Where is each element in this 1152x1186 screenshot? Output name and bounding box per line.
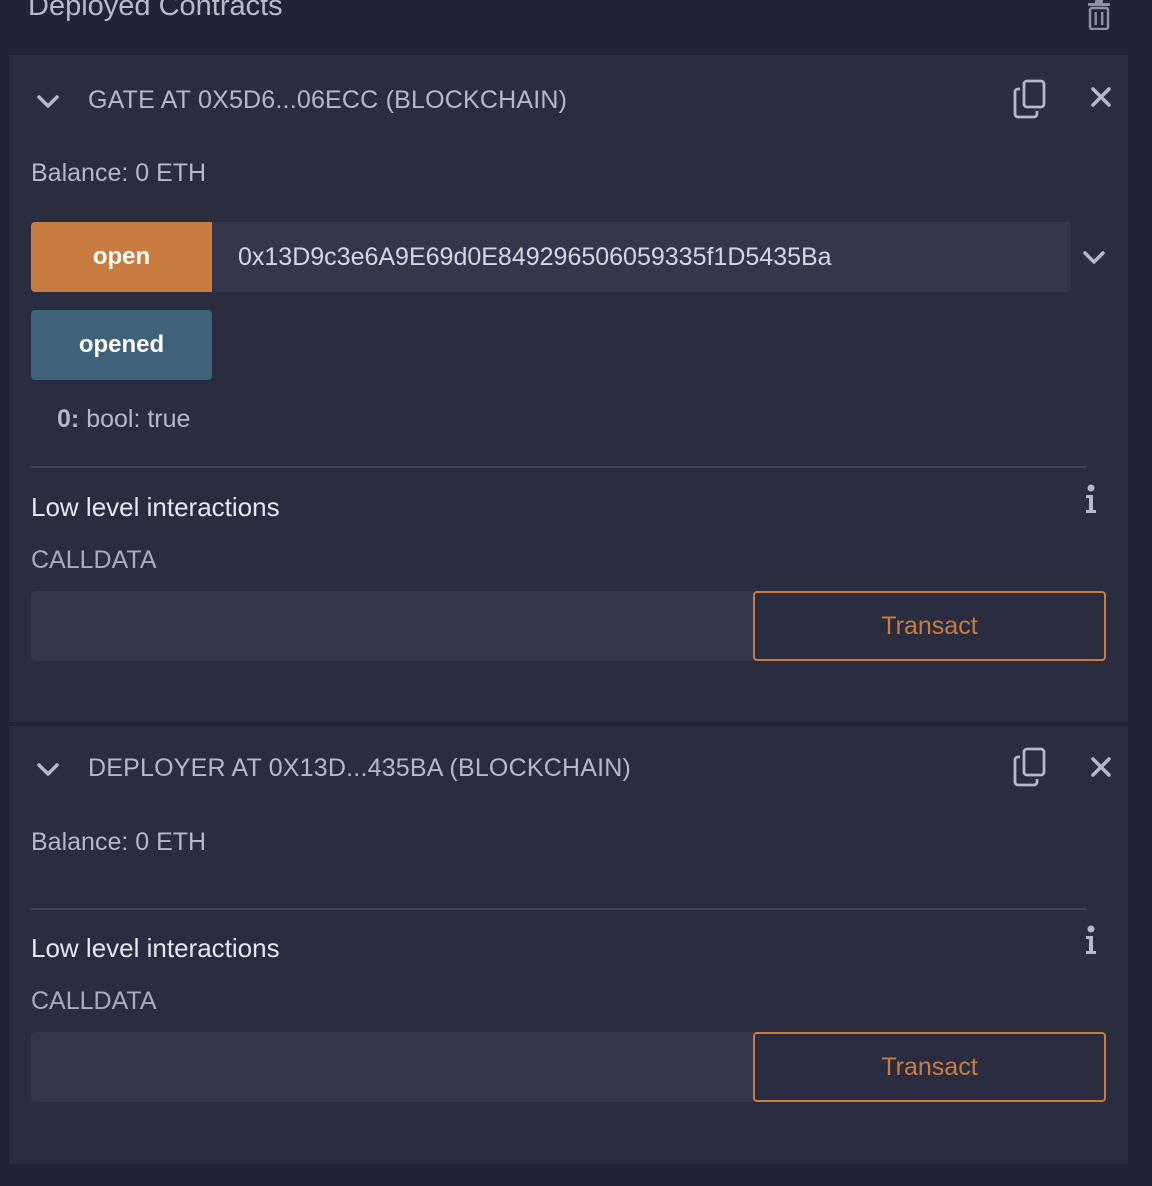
- open-function-button[interactable]: open: [31, 222, 212, 292]
- panel-title: Deployed Contracts: [28, 0, 283, 22]
- divider: [31, 466, 1086, 468]
- contract-card-gate: GATE AT 0X5D6...06ECC (BLOCKCHAIN) Balan…: [9, 55, 1128, 722]
- opened-function-button[interactable]: opened: [31, 310, 212, 380]
- trash-icon[interactable]: [1086, 0, 1112, 30]
- open-argument-input[interactable]: 0x13D9c3e6A9E69d0E849296506059335f1D5435…: [212, 222, 1071, 292]
- panel-header: Deployed Contracts: [28, 0, 1128, 34]
- close-icon[interactable]: [1089, 755, 1113, 779]
- transact-button[interactable]: Transact: [753, 591, 1106, 661]
- calldata-label: CALLDATA: [31, 546, 157, 574]
- calldata-input[interactable]: [31, 1032, 753, 1102]
- contract-card-header: DEPLOYER AT 0X13D...435BA (BLOCKCHAIN): [9, 726, 1128, 814]
- deployed-contracts-panel: Deployed Contracts GATE AT 0X5D6...06ECC…: [0, 0, 1152, 1186]
- result-index: 0:: [57, 405, 80, 433]
- result-value: bool: true: [86, 405, 191, 433]
- copy-icon[interactable]: [1013, 79, 1047, 119]
- call-result: 0: bool: true: [57, 403, 190, 435]
- info-icon[interactable]: [1081, 483, 1101, 517]
- contract-card-deployer: DEPLOYER AT 0X13D...435BA (BLOCKCHAIN) B…: [9, 726, 1128, 1164]
- contract-balance: Balance: 0 ETH: [31, 159, 207, 187]
- divider: [31, 908, 1086, 910]
- copy-icon[interactable]: [1013, 747, 1047, 787]
- contract-title[interactable]: GATE AT 0X5D6...06ECC (BLOCKCHAIN): [88, 84, 567, 116]
- chevron-down-icon[interactable]: [35, 756, 61, 782]
- chevron-down-icon[interactable]: [1081, 244, 1107, 270]
- calldata-label: CALLDATA: [31, 987, 157, 1015]
- transact-button[interactable]: Transact: [753, 1032, 1106, 1102]
- contract-title[interactable]: DEPLOYER AT 0X13D...435BA (BLOCKCHAIN): [88, 752, 631, 784]
- contract-balance: Balance: 0 ETH: [31, 828, 207, 856]
- contract-card-header: GATE AT 0X5D6...06ECC (BLOCKCHAIN): [9, 55, 1128, 143]
- calldata-input[interactable]: [31, 591, 753, 661]
- low-level-interactions-title: Low level interactions: [31, 492, 280, 522]
- chevron-down-icon[interactable]: [35, 88, 61, 114]
- close-icon[interactable]: [1089, 85, 1113, 109]
- low-level-interactions-title: Low level interactions: [31, 933, 280, 963]
- info-icon[interactable]: [1081, 924, 1101, 958]
